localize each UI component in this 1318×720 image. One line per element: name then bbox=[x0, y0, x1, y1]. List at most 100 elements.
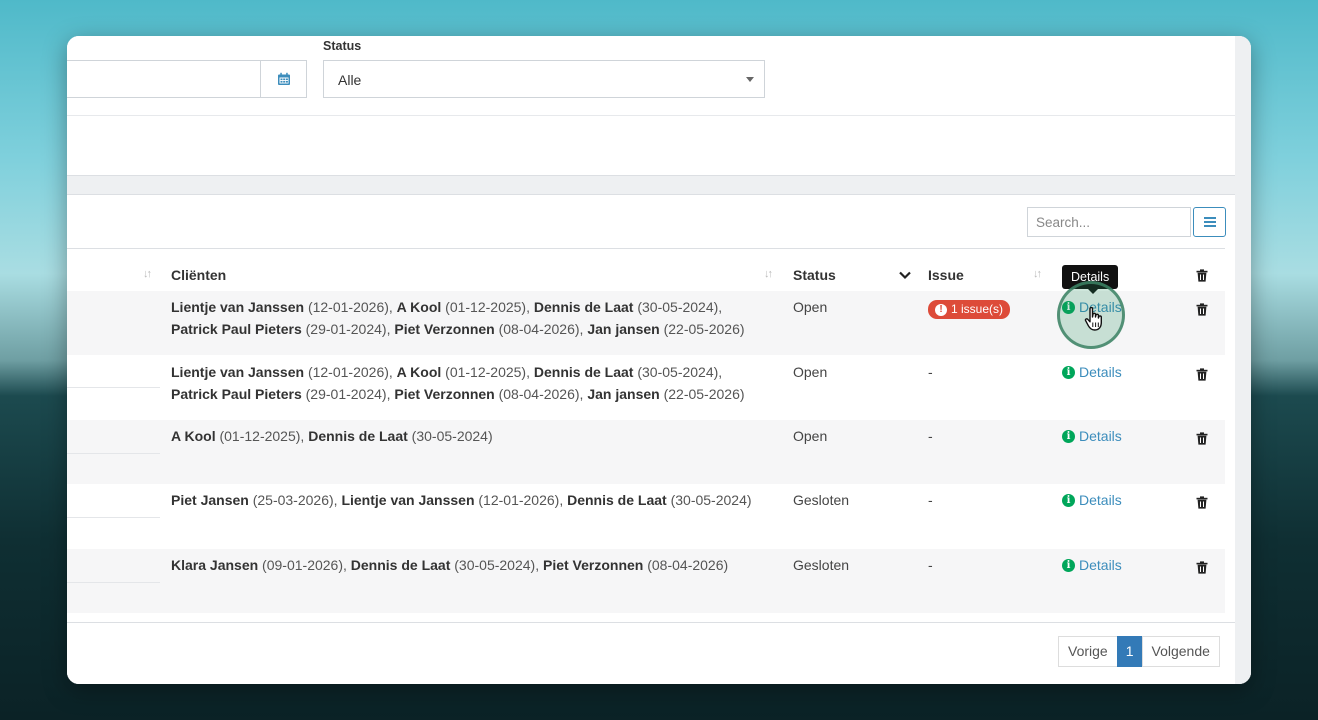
client-date: (01-12-2025), bbox=[441, 299, 534, 315]
issue-badge[interactable]: ! 1 issue(s) bbox=[928, 300, 1011, 319]
client-name: A Kool bbox=[171, 428, 216, 444]
client-name: Dennis de Laat bbox=[350, 557, 451, 573]
client-date: (08-04-2026), bbox=[494, 321, 588, 337]
sort-icon[interactable]: ↓↑ bbox=[1033, 268, 1042, 280]
trash-icon[interactable] bbox=[1196, 496, 1208, 509]
pagination-next-button[interactable]: Volgende bbox=[1141, 636, 1220, 667]
client-name: Lientje van Janssen bbox=[341, 492, 475, 508]
cell-stub bbox=[67, 453, 160, 454]
sort-icon[interactable]: ↓↑ bbox=[143, 268, 152, 280]
details-link[interactable]: i Details bbox=[1062, 492, 1122, 508]
issue-cell: - bbox=[928, 557, 933, 573]
cell-stub bbox=[67, 582, 160, 583]
hand-cursor-icon bbox=[1084, 306, 1102, 331]
trash-icon[interactable] bbox=[1196, 432, 1208, 445]
client-name: Piet Jansen bbox=[171, 492, 249, 508]
column-header-status[interactable]: Status bbox=[793, 267, 836, 283]
client-date: (08-04-2026), bbox=[494, 386, 588, 402]
calendar-button[interactable] bbox=[260, 60, 307, 98]
date-input[interactable] bbox=[67, 60, 261, 98]
table-row: Piet Jansen (25-03-2026), Lientje van Ja… bbox=[67, 484, 1225, 548]
status-cell: Open bbox=[793, 428, 828, 444]
client-date: (01-12-2025), bbox=[215, 428, 309, 444]
app-content: Status Alle ↓↑ Cliënten ↓↑ Status bbox=[67, 36, 1251, 684]
calendar-icon bbox=[277, 72, 290, 85]
caret-down-icon bbox=[746, 77, 754, 82]
details-link[interactable]: i Details bbox=[1062, 557, 1122, 573]
client-date: (12-01-2026), bbox=[304, 299, 397, 315]
trash-icon[interactable] bbox=[1196, 303, 1208, 316]
trash-icon[interactable] bbox=[1196, 368, 1208, 381]
cell-stub bbox=[67, 387, 160, 388]
search-input[interactable] bbox=[1027, 207, 1191, 237]
client-date: (01-12-2025), bbox=[441, 364, 534, 380]
client-name: Jan jansen bbox=[587, 321, 660, 337]
status-cell: Open bbox=[793, 364, 828, 380]
client-name: A Kool bbox=[396, 364, 442, 380]
client-date: (22-05-2026) bbox=[659, 386, 745, 402]
pagination-prev-button[interactable]: Vorige bbox=[1058, 636, 1118, 667]
clients-cell: Lientje van Janssen (12-01-2026), A Kool… bbox=[171, 296, 771, 340]
details-link-label: Details bbox=[1079, 428, 1122, 444]
pagination-page-button[interactable]: 1 bbox=[1116, 636, 1143, 667]
filter-panel: Status Alle bbox=[67, 36, 1235, 176]
chevron-down-icon[interactable] bbox=[899, 271, 911, 280]
column-header-clients[interactable]: Cliënten bbox=[171, 267, 226, 283]
details-link[interactable]: i Details bbox=[1062, 364, 1122, 380]
divider bbox=[67, 115, 1235, 116]
pagination: Vorige 1 Volgende bbox=[1058, 636, 1220, 667]
column-header-issue[interactable]: Issue bbox=[928, 267, 964, 283]
clients-cell: Lientje van Janssen (12-01-2026), A Kool… bbox=[171, 361, 771, 405]
table-row: Lientje van Janssen (12-01-2026), A Kool… bbox=[67, 356, 1225, 420]
issue-badge-label: 1 issue(s) bbox=[951, 302, 1004, 316]
client-date: (30-05-2024) bbox=[666, 492, 752, 508]
clients-cell: Piet Jansen (25-03-2026), Lientje van Ja… bbox=[171, 489, 771, 511]
cell-stub bbox=[67, 517, 160, 518]
client-date: (30-05-2024), bbox=[450, 557, 543, 573]
client-date: (29-01-2024), bbox=[301, 386, 395, 402]
details-link-label: Details bbox=[1079, 557, 1122, 573]
table-row: Lientje van Janssen (12-01-2026), A Kool… bbox=[67, 291, 1225, 355]
info-icon: i bbox=[1062, 429, 1075, 443]
info-icon: i bbox=[1062, 558, 1075, 572]
client-name: Dennis de Laat bbox=[533, 299, 634, 315]
trash-icon[interactable] bbox=[1196, 269, 1208, 282]
client-name: Dennis de Laat bbox=[308, 428, 408, 444]
table-panel: ↓↑ Cliënten ↓↑ Status Issue ↓↑ Lientje v… bbox=[67, 194, 1235, 684]
status-select[interactable]: Alle bbox=[323, 60, 765, 98]
client-date: (29-01-2024), bbox=[301, 321, 395, 337]
client-date: (22-05-2026) bbox=[659, 321, 745, 337]
trash-icon[interactable] bbox=[1196, 561, 1208, 574]
divider bbox=[67, 622, 1235, 623]
app-window: Status Alle ↓↑ Cliënten ↓↑ Status bbox=[67, 36, 1251, 684]
issue-cell: - bbox=[928, 364, 933, 380]
client-name: Dennis de Laat bbox=[533, 364, 634, 380]
status-select-value: Alle bbox=[338, 72, 362, 88]
sort-icon[interactable]: ↓↑ bbox=[764, 268, 773, 280]
client-name: Piet Verzonnen bbox=[394, 321, 495, 337]
status-cell: Gesloten bbox=[793, 557, 850, 573]
client-name: Patrick Paul Pieters bbox=[171, 386, 302, 402]
client-name: Lientje van Janssen bbox=[171, 299, 305, 315]
client-date: (30-05-2024) bbox=[407, 428, 493, 444]
scrollbar-track[interactable] bbox=[1235, 36, 1251, 684]
details-link[interactable]: i Details bbox=[1062, 428, 1122, 444]
client-name: Patrick Paul Pieters bbox=[171, 321, 302, 337]
clients-cell: Klara Jansen (09-01-2026), Dennis de Laa… bbox=[171, 554, 771, 576]
details-link-label: Details bbox=[1079, 364, 1122, 380]
client-date: (12-01-2026), bbox=[474, 492, 568, 508]
info-icon: i bbox=[1062, 365, 1075, 379]
client-name: Piet Verzonnen bbox=[394, 386, 495, 402]
client-name: Piet Verzonnen bbox=[542, 557, 644, 573]
divider bbox=[67, 248, 1225, 249]
alert-icon: ! bbox=[935, 303, 947, 316]
table-row: A Kool (01-12-2025), Dennis de Laat (30-… bbox=[67, 420, 1225, 484]
client-date: (09-01-2026), bbox=[258, 557, 351, 573]
list-icon bbox=[1203, 217, 1216, 227]
client-name: Klara Jansen bbox=[171, 557, 259, 573]
status-cell: Gesloten bbox=[793, 492, 850, 508]
client-date: (30-05-2024), bbox=[633, 364, 723, 380]
client-name: Jan jansen bbox=[587, 386, 660, 402]
column-menu-button[interactable] bbox=[1193, 207, 1226, 237]
client-date: (25-03-2026), bbox=[248, 492, 342, 508]
